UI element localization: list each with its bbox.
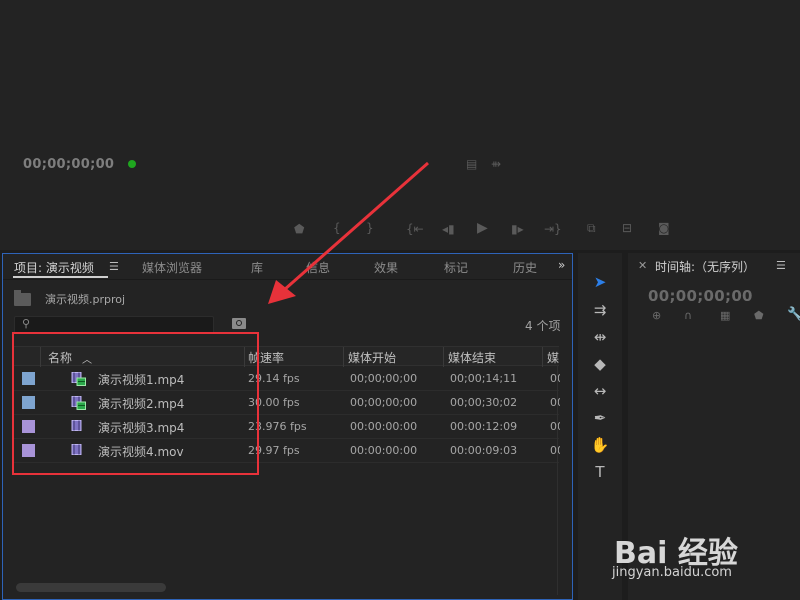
clip-name[interactable]: 演示视频3.mp4 (98, 419, 184, 436)
timeline-panel: ✕ 时间轴:（无序列） ☰ 00;00;00;00 ⊕ ∩ ▦ ⬟ 🔧 (628, 253, 800, 600)
tab-libraries[interactable]: 库 (251, 259, 263, 276)
add-marker-icon[interactable]: ⬟ (754, 309, 764, 322)
table-header: 名称 ︿ 帧速率 媒体开始 媒体结束 媒 (14, 346, 559, 367)
label-color-swatch[interactable] (22, 444, 35, 457)
item-count: 4 个项 (525, 319, 561, 333)
table-row[interactable]: 演示视频2.mp4 30.00 fps 00;00;00;00 00;00;30;02… (14, 391, 560, 415)
column-header-media-end[interactable]: 媒体结束 (448, 349, 496, 366)
track-select-tool-icon[interactable]: ⇉ (590, 300, 610, 320)
play-icon[interactable]: ▶ (477, 221, 488, 235)
search-box[interactable]: ⚲ (14, 316, 214, 334)
timeline-timecode[interactable]: 00;00;00;00 (648, 287, 753, 305)
snap-icon[interactable]: ∩ (684, 309, 692, 322)
search-icon: ⚲ (22, 317, 31, 330)
frame-rate-cell: 29.14 fps (248, 372, 300, 385)
source-monitor-panel: 00;00;00;00 ▤ ⇻ ⬟ { } {⇤ ◂▮ ▶ ▮▸ ⇥} ⧉ ⊟ … (0, 0, 800, 250)
linked-selection-icon[interactable]: ▦ (720, 309, 730, 322)
find-in-bin-icon[interactable] (232, 318, 246, 329)
tools-panel: ➤ ⇉ ⇹ ◆ ↔ ✒ ✋ T (578, 253, 622, 600)
audio-waveform-icon[interactable]: ⇻ (491, 158, 501, 170)
tab-info[interactable]: 信息 (306, 259, 330, 276)
media-end-cell: 00:00:12:09 (450, 420, 518, 433)
frame-rate-cell: 30.00 fps (248, 396, 300, 409)
search-input[interactable] (35, 318, 210, 332)
step-back-icon[interactable]: ◂▮ (442, 223, 455, 235)
truncated-cell: 00 (550, 396, 560, 409)
media-end-cell: 00:00:09:03 (450, 444, 518, 457)
clip-name[interactable]: 演示视频2.mp4 (98, 395, 184, 412)
overwrite-icon[interactable]: ⊟ (622, 222, 632, 234)
frame-rate-cell: 23.976 fps (248, 420, 307, 433)
panel-menu-icon[interactable]: ☰ (776, 259, 786, 272)
tab-markers[interactable]: 标记 (444, 259, 468, 276)
video-clip-icon (71, 444, 82, 455)
media-start-cell: 00:00:00:00 (350, 420, 418, 433)
step-forward-icon[interactable]: ▮▸ (511, 223, 524, 235)
truncated-cell: 00 (550, 444, 560, 457)
panel-menu-icon[interactable]: ☰ (109, 260, 119, 273)
marker-icon[interactable]: ⬟ (294, 223, 304, 235)
film-icon[interactable]: ▤ (466, 158, 477, 170)
column-header-media-start[interactable]: 媒体开始 (348, 349, 396, 366)
razor-tool-icon[interactable]: ◆ (590, 354, 610, 374)
horizontal-scrollbar[interactable] (16, 583, 166, 592)
nest-sequence-icon[interactable]: ⊕ (652, 309, 661, 322)
ripple-edit-tool-icon[interactable]: ⇹ (590, 327, 610, 347)
label-color-swatch[interactable] (22, 372, 35, 385)
video-audio-clip-icon (71, 396, 86, 410)
clip-name[interactable]: 演示视频4.mov (98, 443, 184, 460)
slip-tool-icon[interactable]: ↔ (590, 381, 610, 401)
active-tab-indicator (13, 276, 108, 278)
media-start-cell: 00;00;00;00 (350, 396, 418, 409)
label-color-swatch[interactable] (22, 420, 35, 433)
clip-name[interactable]: 演示视频1.mp4 (98, 371, 184, 388)
column-header-truncated[interactable]: 媒 (547, 349, 559, 366)
go-to-out-icon[interactable]: ⇥} (544, 223, 562, 235)
column-header-frame-rate[interactable]: 帧速率 (248, 349, 284, 366)
table-row[interactable]: 演示视频3.mp4 23.976 fps 00:00:00:00 00:00:12:0… (14, 415, 560, 439)
sort-ascending-icon[interactable]: ︿ (82, 351, 92, 366)
close-icon[interactable]: ✕ (638, 259, 647, 272)
column-header-name[interactable]: 名称 (48, 349, 72, 366)
tab-effects[interactable]: 效果 (374, 259, 398, 276)
media-start-cell: 00:00:00:00 (350, 444, 418, 457)
media-start-cell: 00;00;00;00 (350, 372, 418, 385)
hand-tool-icon[interactable]: ✋ (590, 435, 610, 455)
selection-tool-icon[interactable]: ➤ (590, 272, 610, 292)
tab-history[interactable]: 历史 (513, 259, 537, 276)
tab-media-browser[interactable]: 媒体浏览器 (142, 259, 202, 276)
timeline-title[interactable]: 时间轴:（无序列） (655, 258, 755, 275)
mark-out-icon[interactable]: } (366, 222, 374, 234)
truncated-cell: 00 (550, 420, 560, 433)
table-row[interactable]: 演示视频1.mp4 29.14 fps 00;00;00;00 00;00;14;11… (14, 367, 560, 391)
label-color-swatch[interactable] (22, 396, 35, 409)
mark-in-icon[interactable]: { (333, 222, 341, 234)
more-tabs-icon[interactable]: » (558, 258, 565, 272)
media-end-cell: 00;00;30;02 (450, 396, 518, 409)
panel-tabs: 项目: 演示视频 ☰ 媒体浏览器 库 信息 效果 标记 历史 » (3, 254, 572, 280)
project-panel: 项目: 演示视频 ☰ 媒体浏览器 库 信息 效果 标记 历史 » 演示视频.pr… (2, 253, 573, 600)
tab-project[interactable]: 项目: 演示视频 (14, 259, 94, 276)
frame-rate-cell: 29.97 fps (248, 444, 300, 457)
type-tool-icon[interactable]: T (590, 462, 610, 482)
table-row[interactable]: 演示视频4.mov 29.97 fps 00:00:00:00 00:00:09:03… (14, 439, 560, 463)
video-audio-clip-icon (71, 372, 86, 386)
insert-icon[interactable]: ⧉ (587, 222, 596, 234)
status-indicator-dot (128, 160, 136, 168)
monitor-timecode[interactable]: 00;00;00;00 (23, 157, 114, 172)
go-to-in-icon[interactable]: {⇤ (406, 223, 424, 235)
camera-icon[interactable]: ◙ (658, 222, 670, 234)
project-folder-icon (14, 290, 31, 306)
video-clip-icon (71, 420, 82, 431)
truncated-cell: 00 (550, 372, 560, 385)
pen-tool-icon[interactable]: ✒ (590, 408, 610, 428)
media-end-cell: 00;00;14;11 (450, 372, 518, 385)
vertical-divider (557, 365, 558, 595)
project-file-name: 演示视频.prproj (45, 293, 126, 306)
wrench-icon[interactable]: 🔧 (787, 307, 800, 322)
